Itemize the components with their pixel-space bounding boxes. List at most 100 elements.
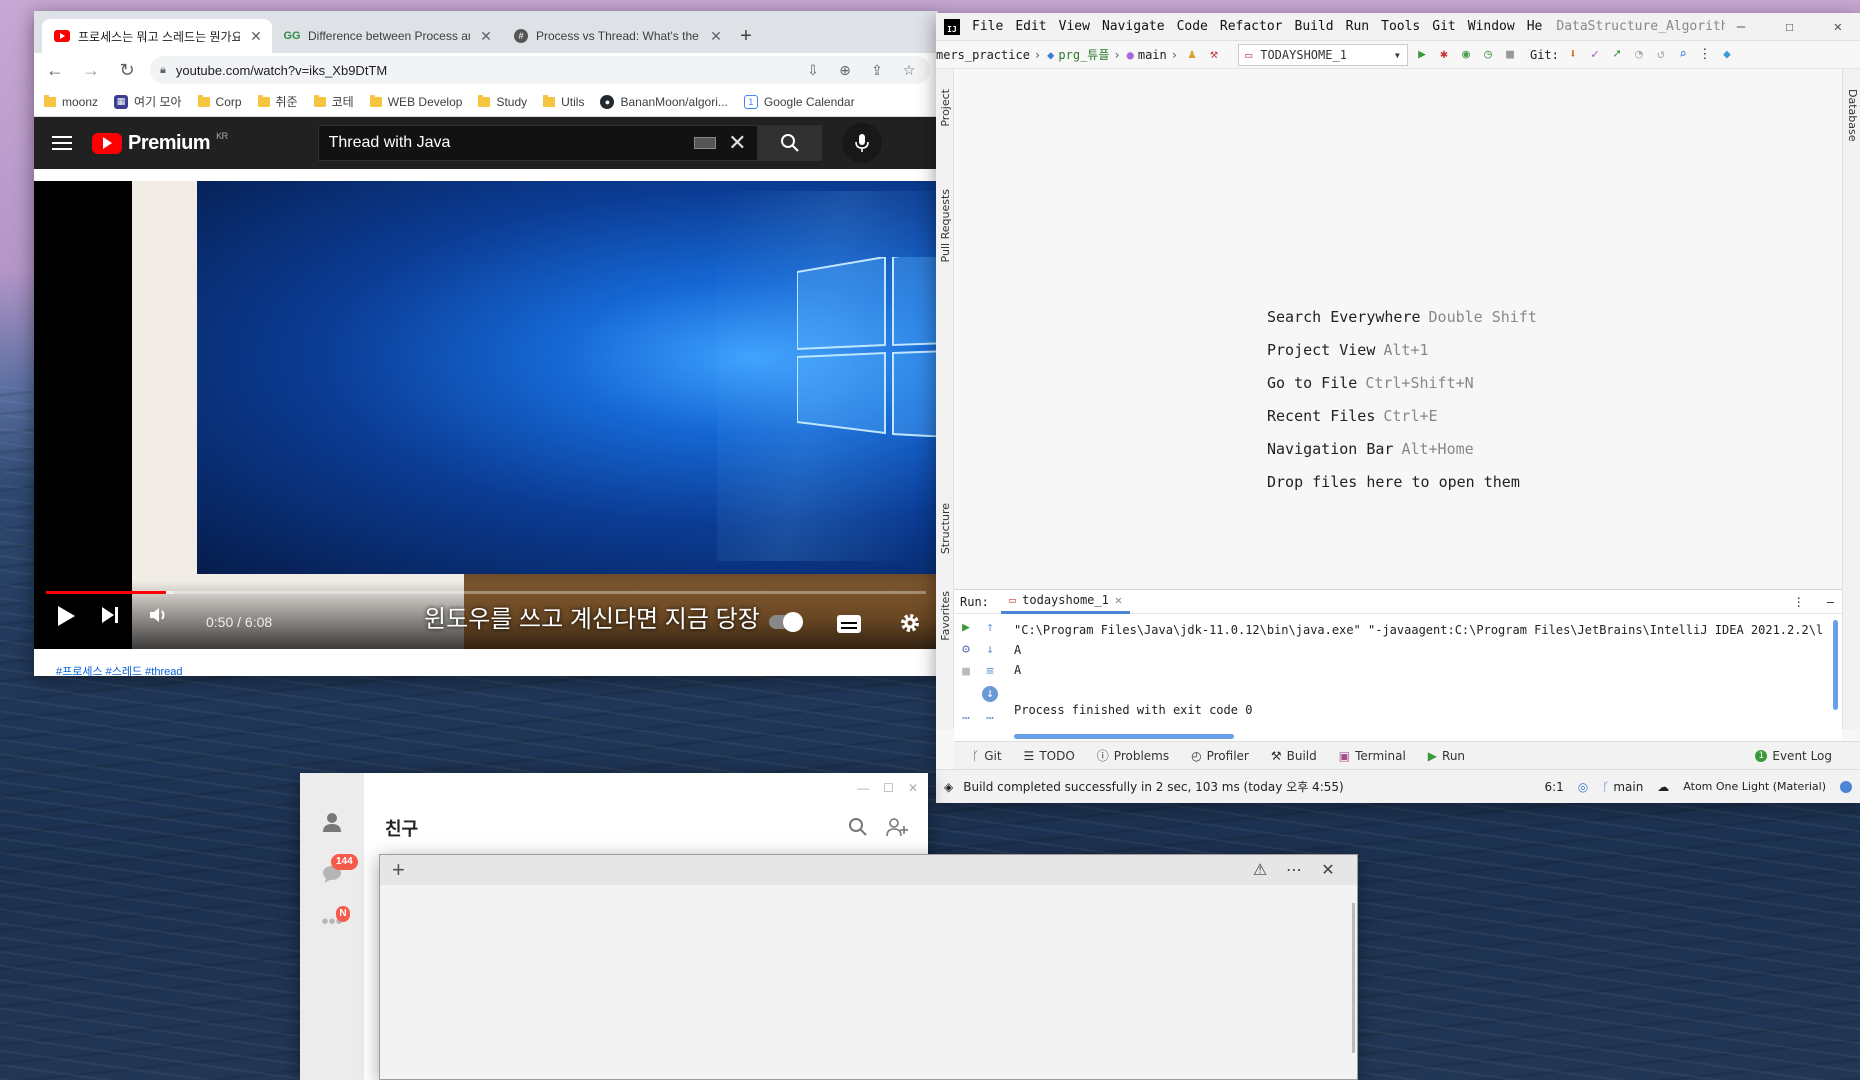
subtitles-icon[interactable] [837,615,861,633]
coverage-icon[interactable]: ◉ [1458,47,1474,62]
hide-icon[interactable]: — [1827,595,1842,609]
scroll-to-end-icon[interactable]: ↓ [982,686,998,702]
more-icon[interactable]: … [958,708,974,724]
add-note-button[interactable]: + [392,857,405,883]
breadcrumb[interactable]: ◆ prg_튜플 › [1047,46,1120,63]
tool-favorites[interactable]: Favorites [939,591,952,641]
bookmark-star-icon[interactable]: ☆ [898,62,920,79]
bookmark-web-develop[interactable]: WEB Develop [369,94,462,109]
settings-gear-icon[interactable] [899,612,921,634]
bookmark-moonz[interactable]: moonz [44,94,98,109]
new-tab-button[interactable]: + [732,19,760,53]
more-icon[interactable]: ⋮ [1697,47,1713,62]
warning-icon[interactable]: ⚠ [1243,860,1277,880]
close-icon[interactable]: ✕ [478,28,494,45]
minimize-icon[interactable]: — [857,781,869,795]
bookmark-github[interactable]: ● BananMoon/algori... [600,94,728,109]
tool-database[interactable]: Database [1846,89,1859,142]
back-button[interactable]: ← [42,57,68,83]
menu-window[interactable]: Window [1468,19,1515,34]
more-icon[interactable]: … [982,708,998,724]
close-icon[interactable]: ✕ [1311,860,1345,880]
close-icon[interactable]: ✕ [1834,19,1842,35]
history-icon[interactable]: ◔ [1631,47,1647,62]
search-icon[interactable] [848,817,868,837]
down-icon[interactable]: ↓ [982,642,998,658]
run-configuration-select[interactable]: ▭ TODAYSHOME_1 ▾ [1237,43,1408,66]
tool-pull-requests[interactable]: Pull Requests [939,189,952,262]
breadcrumb[interactable]: ● main › [1127,48,1178,62]
reload-button[interactable]: ↻ [114,57,140,83]
tool-tab-git[interactable]: ᚴ Git [972,749,1002,763]
keyboard-icon[interactable] [694,137,717,149]
bookmark-calendar[interactable]: 1 Google Calendar [743,94,855,109]
friends-icon[interactable] [320,811,344,835]
tool-project[interactable]: Project [939,89,952,127]
rerun-icon[interactable]: ▶ [958,620,974,636]
search-button[interactable] [757,125,822,161]
debug-icon[interactable]: ✱ [1436,47,1452,62]
search-icon[interactable]: ⌕ [1675,47,1691,62]
maximize-icon[interactable]: ☐ [883,781,894,795]
profile-icon[interactable]: ◷ [1480,47,1496,62]
zoom-icon[interactable]: ⊕ [834,62,856,79]
autoplay-toggle[interactable] [769,612,803,632]
menu-view[interactable]: View [1059,19,1090,34]
menu-navigate[interactable]: Navigate [1102,19,1165,34]
close-icon[interactable]: ✕ [908,781,918,795]
note-scrollbar[interactable] [1352,903,1355,1053]
console-horizontal-scrollbar[interactable] [1014,734,1234,739]
more-icon[interactable]: ⋮ [1793,595,1815,609]
menu-file[interactable]: File [972,19,1003,34]
tool-tab-terminal[interactable]: ▣ Terminal [1339,749,1406,763]
note-text-area[interactable] [380,885,1357,1079]
menu-git[interactable]: Git [1432,19,1455,34]
forward-button[interactable]: → [78,57,104,83]
menu-code[interactable]: Code [1177,19,1208,34]
menu-edit[interactable]: Edit [1015,19,1046,34]
video-player[interactable]: 0:50 / 6:08 윈도우를 쓰고 계신다면 지금 당장 [34,181,938,649]
run-tab[interactable]: ▭ todayshome_1 ✕ [1000,590,1131,614]
settings-icon[interactable]: ⚙ [958,642,974,658]
next-button[interactable] [100,605,120,625]
event-log-button[interactable]: 1 Event Log [1755,749,1860,763]
volume-button[interactable] [148,605,170,625]
git-push-icon[interactable]: ➚ [1609,47,1625,62]
stop-icon[interactable]: ■ [1502,47,1518,62]
progress-bar[interactable] [46,591,926,594]
bookmark-study[interactable]: Study [478,94,527,109]
bookmark-corp[interactable]: Corp [197,94,242,109]
git-commit-icon[interactable]: ✓ [1587,47,1603,62]
menu-refactor[interactable]: Refactor [1220,19,1283,34]
soft-wrap-icon[interactable]: ≡ [982,664,998,680]
play-button[interactable] [56,605,76,627]
tool-tab-run[interactable]: ▶ Run [1428,749,1465,763]
menu-help[interactable]: He [1527,19,1543,34]
close-icon[interactable]: ✕ [248,28,264,45]
tool-tab-profiler[interactable]: ◴ Profiler [1191,749,1249,763]
tab-gfg[interactable]: GG Difference between Process and ✕ [272,19,502,53]
bookmark-collect[interactable]: ▦ 여기 모아 [114,93,182,110]
git-branch-widget[interactable]: ᚴ main [1602,780,1643,794]
eye-icon[interactable]: ◎ [1578,780,1588,794]
tab-youtube[interactable]: 프로세스는 뭐고 스레드는 뭔가요? ✕ [42,19,272,53]
clear-icon[interactable]: ✕ [728,130,746,156]
tool-tab-build[interactable]: ⚒ Build [1271,749,1317,763]
cloud-icon[interactable]: ☁ [1657,780,1669,794]
close-icon[interactable]: ✕ [708,28,724,45]
youtube-logo[interactable]: Premium KR [92,131,228,155]
add-friend-icon[interactable] [886,817,908,837]
install-icon[interactable]: ⇩ [802,62,824,79]
up-icon[interactable]: ↑ [982,620,998,636]
minimize-icon[interactable]: — [1737,19,1745,35]
video-hashtags[interactable]: #프로세스 #스레드 #thread [34,649,938,676]
menu-run[interactable]: Run [1346,19,1369,34]
more-icon[interactable]: ⋯ [1277,860,1311,880]
users-icon[interactable]: ♟ [1184,47,1200,62]
tool-tab-todo[interactable]: ☰ TODO [1024,749,1075,763]
run-icon[interactable]: ▶ [1414,47,1430,62]
tool-structure[interactable]: Structure [939,503,952,554]
menu-tools[interactable]: Tools [1381,19,1420,34]
hammer-icon[interactable]: ⚒ [1206,47,1222,62]
rollback-icon[interactable]: ↺ [1653,47,1669,62]
